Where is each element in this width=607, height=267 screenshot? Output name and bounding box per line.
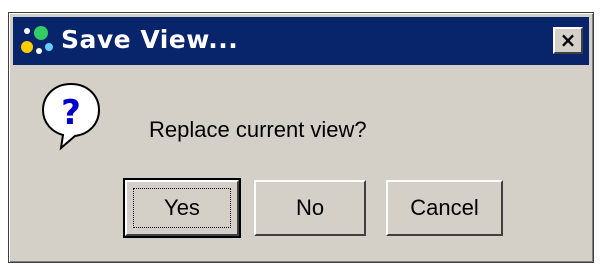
svg-text:?: ? <box>61 93 81 133</box>
window-title: Save View... <box>61 25 239 54</box>
yes-button[interactable]: Yes <box>123 178 241 238</box>
title-bar[interactable]: Save View... × <box>13 17 589 65</box>
cancel-button[interactable]: Cancel <box>386 180 503 236</box>
no-button-label: No <box>295 195 325 220</box>
close-button[interactable]: × <box>553 27 583 54</box>
save-view-dialog: Save View... × ? Replace current view? Y… <box>8 12 594 263</box>
focus-rectangle <box>133 188 231 228</box>
close-icon: × <box>559 28 577 52</box>
question-icon: ? <box>41 82 101 151</box>
no-button[interactable]: No <box>254 180 366 236</box>
cancel-button-label: Cancel <box>410 195 479 220</box>
app-icon <box>21 26 53 54</box>
message-text: Replace current view? <box>149 117 367 142</box>
